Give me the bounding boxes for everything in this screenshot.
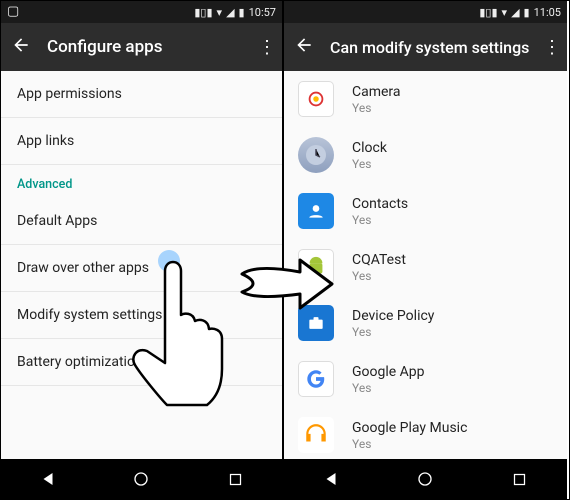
back-button[interactable] <box>292 35 316 59</box>
vibrate-icon: ▮▯▮ <box>194 6 212 19</box>
app-row-google-play-music[interactable]: Google Play MusicYes <box>284 407 567 459</box>
app-row-clock[interactable]: ClockYes <box>284 127 567 183</box>
app-name: Google Play Music <box>352 420 467 436</box>
list-item-label: App permissions <box>17 86 122 102</box>
app-status: Yes <box>352 269 406 283</box>
app-row-google-app[interactable]: Google AppYes <box>284 351 567 407</box>
clock-icon <box>298 137 334 173</box>
nav-back-button[interactable] <box>28 465 68 493</box>
signal-icon: ◢ <box>226 6 234 19</box>
camera-icon <box>298 81 334 117</box>
list-item-app-permissions[interactable]: App permissions <box>1 71 282 118</box>
screen-configure-apps: ▢ ▮▯▮ ▾ ◢ ▮ 10:57 Configure apps ⋮ App p… <box>1 1 284 499</box>
status-bar: ▢ ▮▯▮ ▾ ◢ ▮ 10:57 <box>1 1 282 23</box>
triangle-back-icon <box>39 470 57 488</box>
page-title: Can modify system settings <box>316 38 539 57</box>
circle-home-icon <box>133 471 149 487</box>
list-item-battery-optimization[interactable]: Battery optimization <box>1 339 282 386</box>
app-row-cqatest[interactable]: CQATestYes <box>284 239 567 295</box>
app-name: Camera <box>352 84 401 100</box>
list-item-modify-system-settings[interactable]: Modify system settings <box>1 292 282 339</box>
list-item-label: Default Apps <box>17 213 97 229</box>
app-list: CameraYes ClockYes ContactsYes CQATestYe… <box>284 71 567 459</box>
nav-recents-button[interactable] <box>215 465 255 493</box>
app-status: Yes <box>352 381 425 395</box>
screen-modify-system-settings: ▮▯▮ ▾ ◢ ▮ 11:05 Can modify system settin… <box>284 1 567 499</box>
nav-recents-button[interactable] <box>500 465 540 493</box>
app-bar: Configure apps ⋮ <box>1 23 282 71</box>
list-item-draw-over-apps[interactable]: Draw over other apps <box>1 245 282 292</box>
battery-icon: ▮ <box>239 6 245 19</box>
arrow-back-icon <box>11 35 31 55</box>
square-recents-icon <box>512 472 527 487</box>
signal-icon: ◢ <box>511 6 519 19</box>
status-time: 10:57 <box>249 6 276 19</box>
app-name: Google App <box>352 364 425 380</box>
circle-home-icon <box>417 471 433 487</box>
nav-back-button[interactable] <box>311 465 351 493</box>
app-status: Yes <box>352 213 408 227</box>
headphones-icon <box>298 417 334 453</box>
settings-list: App permissions App links Advanced Defau… <box>1 71 282 459</box>
app-row-contacts[interactable]: ContactsYes <box>284 183 567 239</box>
google-icon <box>298 361 334 397</box>
list-item-label: App links <box>17 133 74 149</box>
list-item-label: Modify system settings <box>17 307 162 323</box>
square-recents-icon <box>228 472 243 487</box>
app-name: Contacts <box>352 196 408 212</box>
navigation-bar <box>1 459 282 499</box>
wifi-icon: ▾ <box>217 6 223 19</box>
overflow-menu-button[interactable]: ⋮ <box>539 37 559 58</box>
arrow-back-icon <box>294 35 314 55</box>
nav-home-button[interactable] <box>121 465 161 493</box>
app-name: Device Policy <box>352 308 434 324</box>
page-title: Configure apps <box>33 37 254 57</box>
section-header-advanced: Advanced <box>1 165 282 198</box>
nav-home-button[interactable] <box>405 465 445 493</box>
contacts-icon <box>298 193 334 229</box>
app-status: Yes <box>352 157 387 171</box>
app-status: Yes <box>352 325 434 339</box>
app-name: Clock <box>352 140 387 156</box>
list-item-label: Draw over other apps <box>17 260 149 276</box>
list-item-label: Battery optimization <box>17 354 143 370</box>
app-status: Yes <box>352 437 467 451</box>
battery-icon: ▮ <box>524 6 530 19</box>
overflow-menu-button[interactable]: ⋮ <box>254 37 274 58</box>
touch-indicator <box>158 250 180 272</box>
back-button[interactable] <box>9 35 33 59</box>
wifi-icon: ▾ <box>502 6 508 19</box>
status-time: 11:05 <box>534 6 561 19</box>
briefcase-icon <box>298 305 334 341</box>
list-item-default-apps[interactable]: Default Apps <box>1 198 282 245</box>
app-bar: Can modify system settings ⋮ <box>284 23 567 71</box>
triangle-back-icon <box>322 470 340 488</box>
list-item-app-links[interactable]: App links <box>1 118 282 165</box>
image-icon: ▢ <box>7 4 19 19</box>
app-name: CQATest <box>352 252 406 268</box>
vibrate-icon: ▮▯▮ <box>479 6 497 19</box>
android-icon <box>298 249 334 285</box>
navigation-bar <box>284 459 567 499</box>
status-bar: ▮▯▮ ▾ ◢ ▮ 11:05 <box>284 1 567 23</box>
app-status: Yes <box>352 101 401 115</box>
app-row-device-policy[interactable]: Device PolicyYes <box>284 295 567 351</box>
app-row-camera[interactable]: CameraYes <box>284 71 567 127</box>
